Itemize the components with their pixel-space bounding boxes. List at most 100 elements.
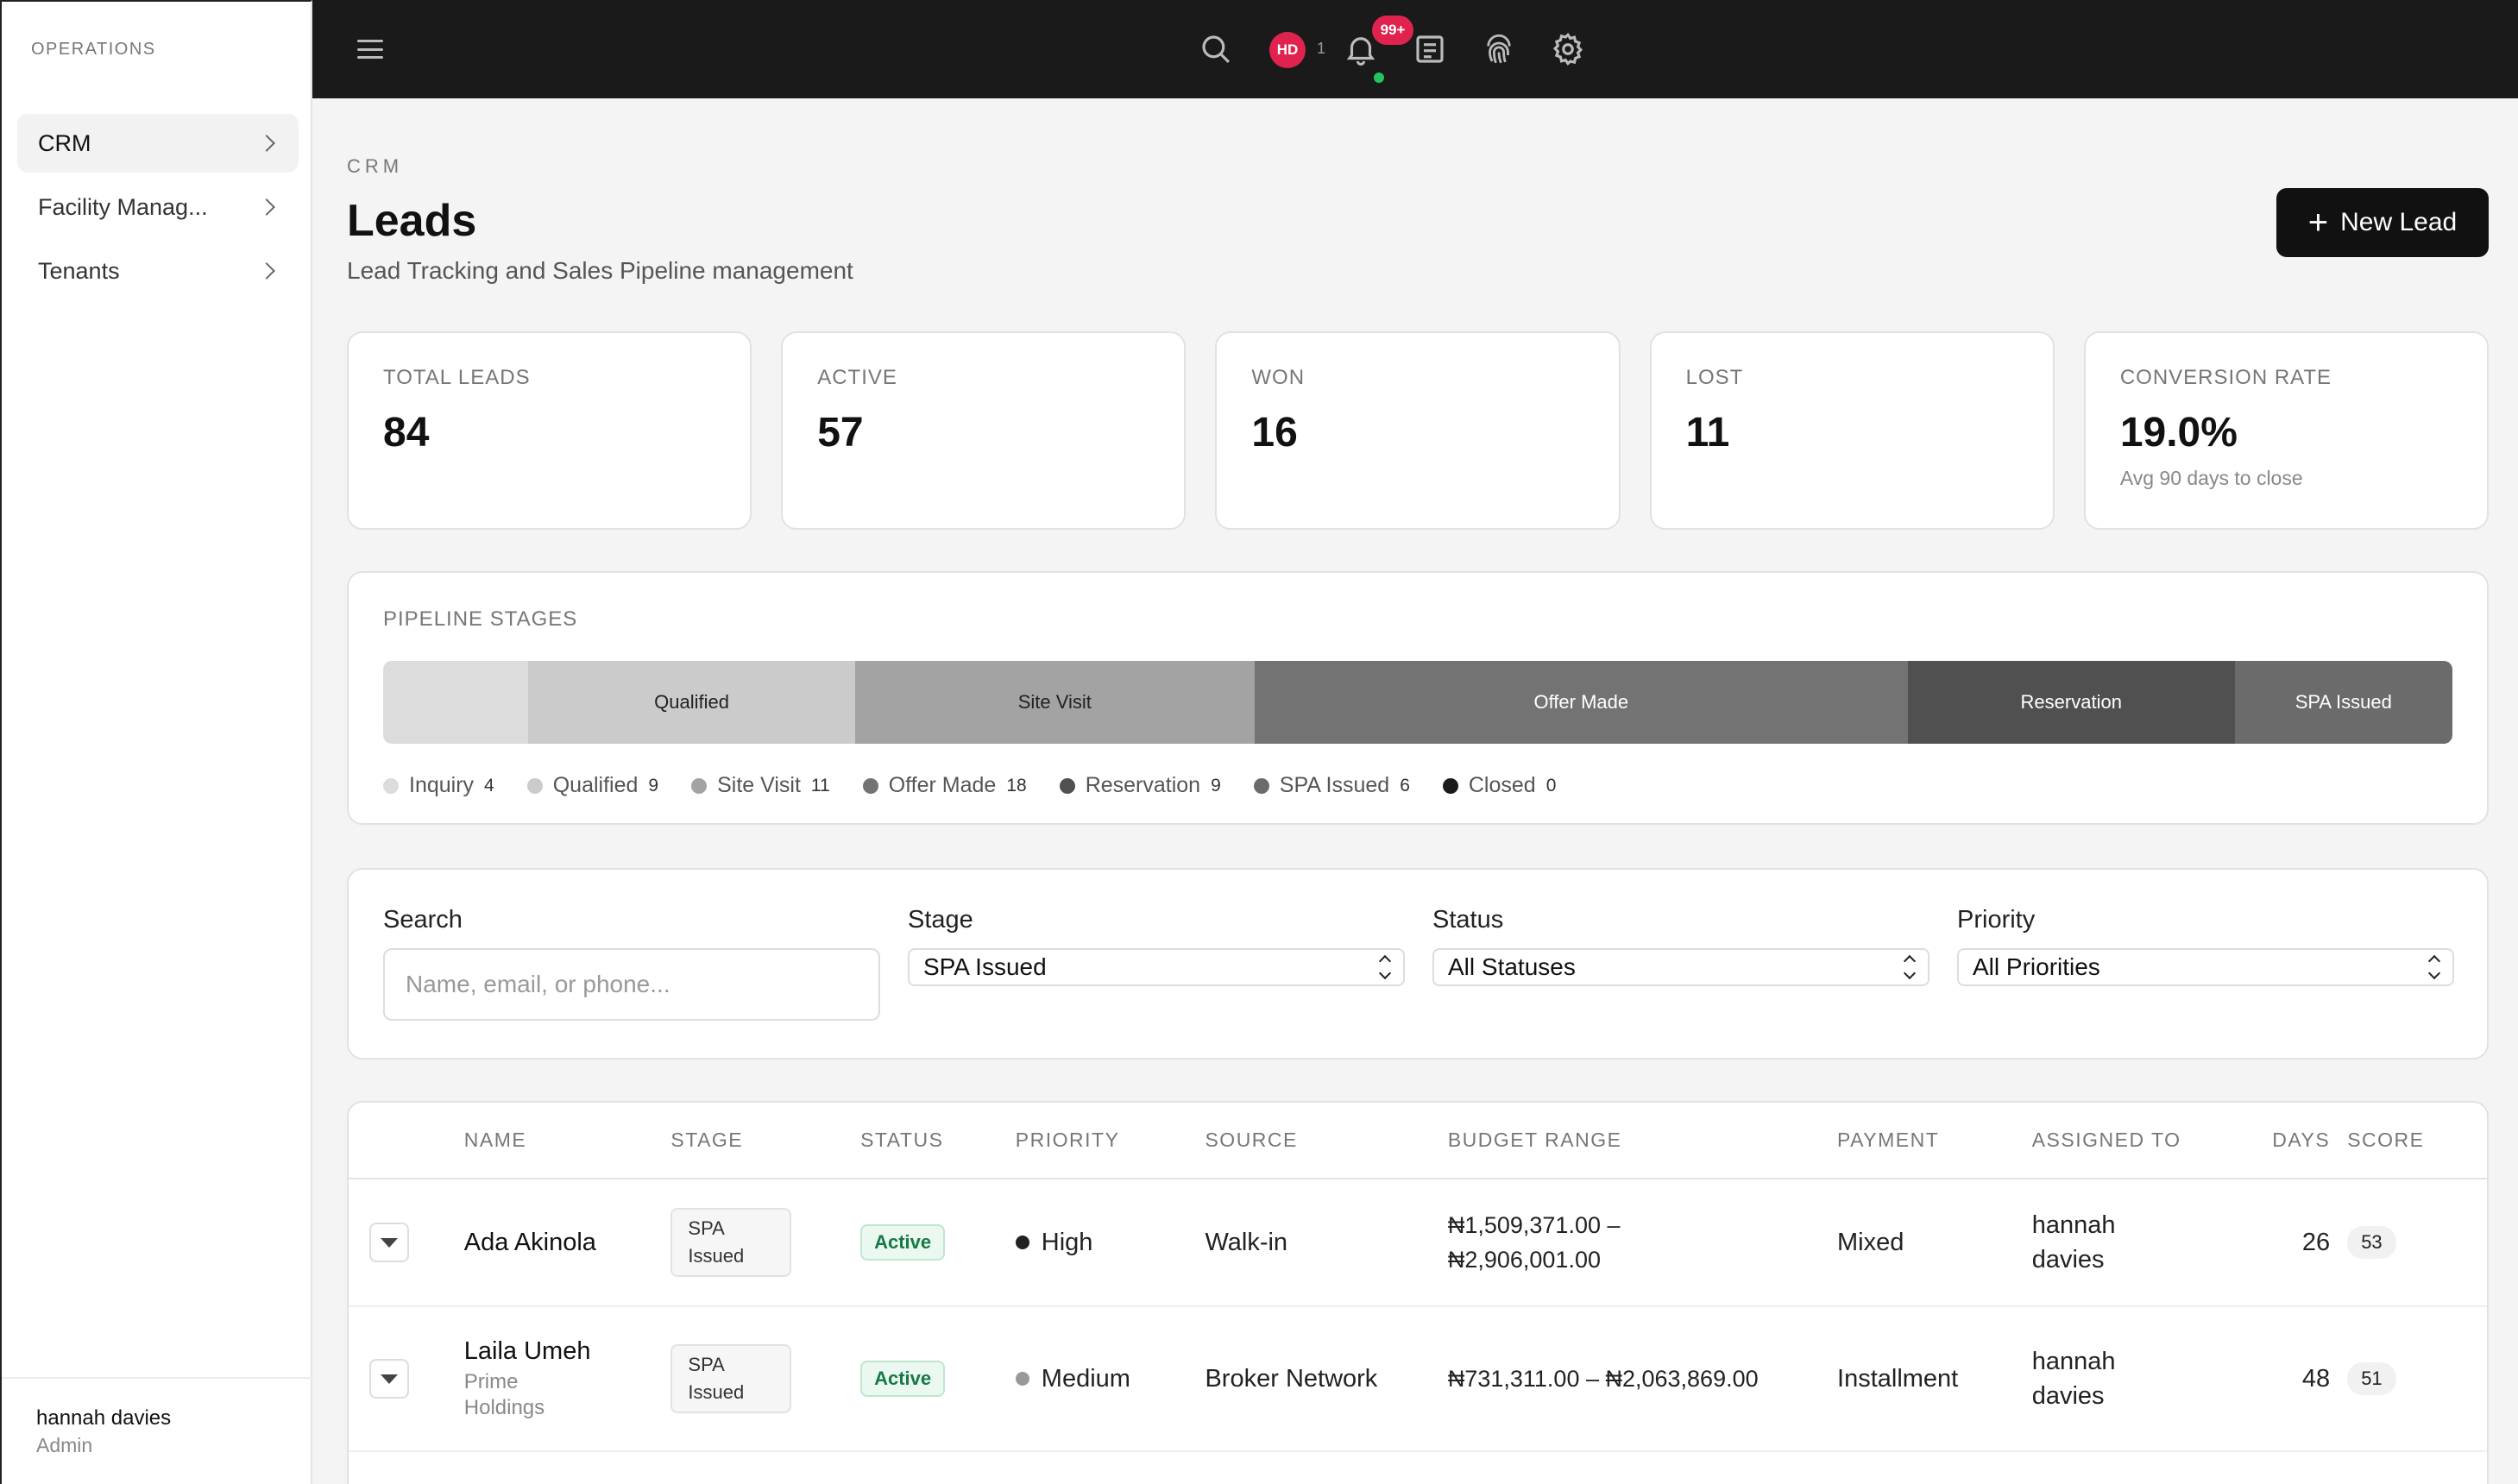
source-cell: Walk-in xyxy=(1205,1179,1448,1307)
legend-dot xyxy=(1253,777,1269,794)
fingerprint-icon[interactable] xyxy=(1481,31,1517,67)
pipeline-segment-inquiry[interactable] xyxy=(383,661,529,744)
notes-icon[interactable] xyxy=(1412,31,1448,67)
search-filter: Search xyxy=(383,906,880,1021)
stage-select[interactable]: SPA Issued xyxy=(908,948,1405,986)
legend-label: Inquiry xyxy=(409,773,475,797)
column-header-payment[interactable]: PAYMENT xyxy=(1837,1103,2032,1179)
stage-filter: Stage SPA Issued xyxy=(908,906,1405,986)
user-name: hannah davies xyxy=(36,1406,172,1430)
caret-down-icon xyxy=(381,1237,398,1248)
online-status-dot xyxy=(1374,72,1384,83)
priority-dot xyxy=(1015,1236,1029,1249)
stage-badge: SPA Issued xyxy=(670,1208,792,1277)
legend-label: Offer Made xyxy=(888,773,997,797)
table-row[interactable]: Laila Umeh Prime Holdings SPA Issued Act… xyxy=(349,1306,2487,1452)
lead-name[interactable]: Ada Akinola xyxy=(464,1229,671,1257)
column-header-source[interactable]: SOURCE xyxy=(1205,1103,1448,1179)
caret-down-icon xyxy=(381,1374,398,1384)
menu-icon[interactable] xyxy=(357,40,383,59)
search-icon[interactable] xyxy=(1198,31,1234,67)
status-select[interactable]: All Statuses xyxy=(1432,948,1929,986)
search-label: Search xyxy=(383,906,463,934)
notification-badge: 99+ xyxy=(1372,16,1413,45)
column-header-score[interactable]: SCORE xyxy=(2347,1103,2487,1179)
chevron-right-icon xyxy=(258,198,275,216)
stat-label: TOTAL LEADS xyxy=(383,366,531,389)
column-header-assigned-to[interactable]: ASSIGNED TO xyxy=(2031,1103,2250,1179)
avatar[interactable]: HD xyxy=(1269,32,1306,68)
leads-table: NAME STAGE STATUS PRIORITY SOURCE BUDGET… xyxy=(349,1103,2487,1452)
score-badge: 51 xyxy=(2347,1362,2396,1395)
stat-card-won: WON 16 xyxy=(1215,331,1621,530)
chevron-right-icon xyxy=(258,135,275,152)
stage-label: Stage xyxy=(908,906,973,934)
legend-label: Qualified xyxy=(552,773,639,797)
column-header-name[interactable]: NAME xyxy=(463,1103,671,1179)
priority-select[interactable]: All Priorities xyxy=(1957,948,2454,986)
pipeline-segment-site-visit[interactable]: Site Visit xyxy=(854,661,1255,744)
score-badge: 53 xyxy=(2347,1226,2396,1259)
stat-card-total-leads: TOTAL LEADS 84 xyxy=(347,331,752,530)
stat-value: 16 xyxy=(1251,410,1298,456)
pipeline-segment-reservation[interactable]: Reservation xyxy=(1907,661,2235,744)
column-header-stage[interactable]: STAGE xyxy=(670,1103,861,1179)
table-row[interactable]: Ada Akinola SPA Issued Active High Walk-… xyxy=(349,1179,2487,1307)
days-cell: 26 xyxy=(2249,1179,2348,1307)
legend-item-spa-issued: SPA Issued 6 xyxy=(1253,773,1410,798)
page-title: Leads xyxy=(347,196,477,246)
search-input[interactable] xyxy=(383,948,880,1021)
pipeline-label: PIPELINE STAGES xyxy=(383,607,578,631)
status-label: Status xyxy=(1432,906,1504,934)
sidebar-item-crm[interactable]: CRM xyxy=(17,114,299,173)
status-badge: Active xyxy=(860,1361,946,1397)
stage-select-value: SPA Issued xyxy=(923,953,1047,980)
legend-dot xyxy=(862,777,878,794)
legend-count: 11 xyxy=(810,775,830,795)
legend-label: Site Visit xyxy=(717,773,801,797)
pipeline-segment-qualified[interactable]: Qualified xyxy=(528,661,855,744)
sidebar-nav: CRM Facility Manag... Tenants xyxy=(17,114,299,305)
priority-value: High xyxy=(1041,1228,1093,1256)
lead-name[interactable]: Laila Umeh xyxy=(464,1337,671,1366)
payment-cell: Installment xyxy=(1837,1306,2032,1452)
payment-cell: Mixed xyxy=(1837,1179,2032,1307)
column-header-budget-range[interactable]: BUDGET RANGE xyxy=(1447,1103,1838,1179)
select-arrows-icon xyxy=(1378,954,1392,980)
gear-icon[interactable] xyxy=(1550,31,1586,67)
sidebar-heading: OPERATIONS xyxy=(31,40,156,59)
column-header-days[interactable]: DAYS xyxy=(2249,1103,2348,1179)
user-profile[interactable]: hannah davies Admin xyxy=(2,1377,312,1484)
sidebar-item-facility-management[interactable]: Facility Manag... xyxy=(17,178,299,236)
new-lead-button[interactable]: + New Lead xyxy=(2276,188,2489,257)
legend-item-reservation: Reservation 9 xyxy=(1059,773,1221,798)
sidebar-item-tenants[interactable]: Tenants xyxy=(17,242,299,300)
filters-card: Search Stage SPA Issued Status All Statu… xyxy=(347,868,2489,1060)
stat-card-conversion-rate: CONVERSION RATE 19.0% Avg 90 days to clo… xyxy=(2083,331,2490,530)
column-header-priority[interactable]: PRIORITY xyxy=(1015,1103,1205,1179)
budget-range: ₦1,509,371.00 – ₦2,906,001.00 xyxy=(1447,1212,1621,1273)
priority-dot xyxy=(1015,1372,1029,1386)
sidebar-item-label: Tenants xyxy=(38,257,120,284)
chevron-right-icon xyxy=(258,262,275,280)
column-header-status[interactable]: STATUS xyxy=(860,1103,1016,1179)
priority-value: Medium xyxy=(1041,1364,1130,1393)
legend-dot xyxy=(383,777,399,794)
expand-row-button[interactable] xyxy=(369,1359,409,1399)
pipeline-segment-spa-issued[interactable]: SPA Issued xyxy=(2234,661,2452,744)
pipeline-legend: Inquiry 4 Qualified 9 Site Visit 11 Offer Made… xyxy=(383,773,1556,798)
stat-value: 11 xyxy=(1685,410,1730,456)
new-lead-label: New Lead xyxy=(2340,208,2458,236)
page-subtitle: Lead Tracking and Sales Pipeline managem… xyxy=(347,257,853,284)
source-cell: Broker Network xyxy=(1205,1306,1448,1452)
legend-count: 6 xyxy=(1400,775,1410,795)
breadcrumb: CRM xyxy=(347,155,404,177)
legend-item-site-visit: Site Visit 11 xyxy=(691,773,830,798)
legend-item-inquiry: Inquiry 4 xyxy=(383,773,494,798)
pipeline-segment-offer-made[interactable]: Offer Made xyxy=(1254,661,1908,744)
stat-value: 19.0% xyxy=(2119,410,2238,456)
expand-row-button[interactable] xyxy=(369,1223,409,1262)
budget-range: ₦731,311.00 – ₦2,063,869.00 xyxy=(1447,1366,1759,1392)
priority-cell: High xyxy=(1015,1228,1205,1257)
select-arrows-icon xyxy=(1903,954,1917,980)
